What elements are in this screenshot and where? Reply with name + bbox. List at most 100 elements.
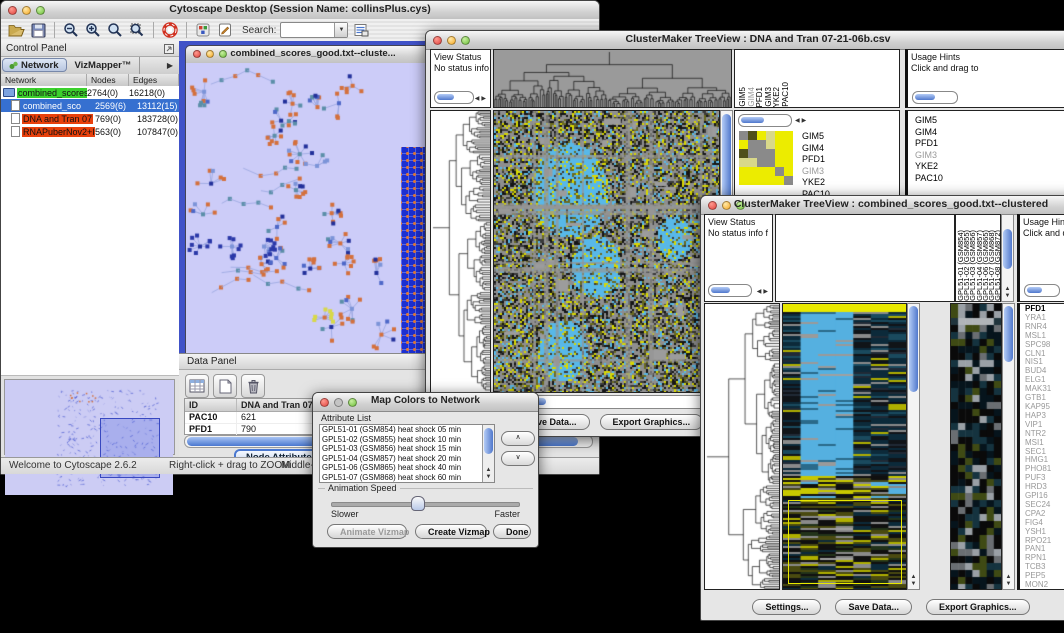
gene-label[interactable]: GIM4 (912, 127, 943, 139)
network-overview-panel[interactable] (4, 379, 175, 455)
chevron-down-icon[interactable]: ▼ (334, 23, 347, 37)
gene-label[interactable]: PAC10 (912, 173, 943, 185)
matrix-cell[interactable] (775, 131, 784, 140)
scroll-arrows-icon[interactable]: ▲▼ (1002, 286, 1013, 300)
matrix-cell[interactable] (775, 140, 784, 149)
tv1-zoom-hscrollbar[interactable] (738, 114, 792, 127)
animate-vizmap-button[interactable]: Animate Vizmap (327, 524, 407, 539)
attribute-browser-icon[interactable] (352, 21, 370, 39)
done-button[interactable]: Done (493, 524, 531, 539)
row-dendrogram-canvas[interactable] (431, 111, 490, 392)
create-vizmap-button[interactable]: Create Vizmap (415, 524, 487, 539)
annotation-icon[interactable] (216, 21, 234, 39)
attribute-item[interactable]: GPL51-02 (GSM855) heat shock 10 min (320, 435, 494, 445)
scroll-arrows-icon[interactable]: ▲▼ (908, 574, 919, 588)
zoom-out-icon[interactable] (62, 21, 80, 39)
scrollbar-thumb[interactable] (1027, 287, 1042, 293)
network-canvas-area[interactable] (186, 63, 440, 360)
new-page-icon[interactable] (213, 374, 237, 398)
scrollbar-thumb[interactable] (1004, 306, 1013, 362)
matrix-cell[interactable] (775, 149, 784, 158)
matrix-cell[interactable] (739, 158, 748, 167)
gene-label[interactable]: GIM4 (799, 143, 830, 155)
column-label[interactable]: PFD1 (756, 87, 764, 107)
tab-vizmapper[interactable]: VizMapper™ (68, 57, 140, 74)
tv2-row-dendrogram[interactable] (704, 303, 780, 590)
gene-label[interactable]: PFD1 (912, 138, 943, 150)
move-down-button[interactable]: ∨ (501, 451, 535, 466)
matrix-cell[interactable] (739, 140, 748, 149)
tv1-status-scrollbar[interactable] (434, 91, 474, 104)
matrix-cell[interactable] (748, 149, 757, 158)
animation-speed-slider[interactable] (331, 502, 520, 507)
matrix-cell[interactable] (766, 176, 775, 185)
scrollbar-thumb[interactable] (909, 306, 918, 392)
help-ring-icon[interactable] (161, 21, 179, 39)
main-titlebar[interactable]: Cytoscape Desktop (Session Name: collins… (1, 1, 599, 20)
row-dendrogram-canvas[interactable] (705, 304, 779, 589)
scrollbar-thumb[interactable] (484, 428, 493, 454)
matrix-cell[interactable] (748, 140, 757, 149)
column-dendrogram-canvas[interactable] (494, 50, 731, 107)
scroll-arrows-icon[interactable]: ▲▼ (1003, 574, 1014, 588)
scrollbar-thumb[interactable] (1003, 229, 1012, 269)
matrix-cell[interactable] (775, 167, 784, 176)
column-header[interactable]: ID (185, 399, 237, 411)
matrix-cell[interactable] (757, 140, 766, 149)
tv2-zoom-submatrix[interactable] (950, 303, 1002, 590)
zoom-selected-icon[interactable] (128, 21, 146, 39)
matrix-cell[interactable] (748, 167, 757, 176)
matrix-cell[interactable] (739, 131, 748, 140)
tv1-column-labels[interactable]: GIM5GIM4PFD1GIM3YKE2PAC10 (734, 49, 900, 108)
gene-label[interactable]: GIM3 (799, 166, 830, 178)
matrix-cell[interactable] (784, 176, 793, 185)
matrix-cell[interactable] (784, 140, 793, 149)
tv2-column-labels[interactable]: GPL51-01 (GSM854)GPL51-02 (GSM855)GPL51-… (955, 214, 1001, 302)
matrix-cell[interactable] (748, 176, 757, 185)
zoom-in-icon[interactable] (84, 21, 102, 39)
scroll-arrows-icon[interactable]: ◀▶ (757, 288, 770, 295)
matrix-cell[interactable] (766, 158, 775, 167)
matrix-cell[interactable] (766, 140, 775, 149)
attribute-item[interactable]: GPL51-04 (GSM857) heat shock 20 min (320, 454, 494, 464)
gene-label[interactable]: YKE2 (799, 177, 830, 189)
gene-label[interactable]: PFD1 (799, 154, 830, 166)
dialog-titlebar[interactable]: Map Colors to Network (313, 393, 538, 412)
matrix-cell[interactable] (748, 131, 757, 140)
tv2-gene-list[interactable]: PFD1YRA1RNR4MSL1SPC98CLN1NIS1BUD4ELG1MAK… (1022, 305, 1051, 590)
matrix-cell[interactable] (757, 149, 766, 158)
zoom-submatrix-canvas[interactable] (951, 304, 1001, 589)
tv2-status-scrollbar[interactable] (708, 284, 752, 297)
tv2-column-dendrogram[interactable] (775, 214, 955, 302)
attribute-listbox[interactable]: GPL51-01 (GSM854) heat shock 05 minGPL51… (319, 424, 495, 483)
heatmap-canvas[interactable] (494, 111, 719, 392)
heatmap-selection-rect[interactable] (788, 500, 902, 584)
table-row[interactable]: combined_scores 2764(0) 16218(0) (1, 86, 179, 99)
scroll-arrows-icon[interactable]: ◀▶ (795, 117, 808, 124)
column-header[interactable]: Edges (129, 74, 179, 86)
tv1-gene-list-right[interactable]: GIM5GIM4PFD1GIM3YKE2PAC10 (912, 115, 943, 184)
matrix-cell[interactable] (775, 176, 784, 185)
open-folder-icon[interactable] (7, 21, 25, 39)
column-label[interactable]: GIM5 (739, 87, 747, 107)
column-header[interactable]: Nodes (87, 74, 129, 86)
treeview-button[interactable]: Save Data... (835, 599, 912, 615)
slider-thumb[interactable] (411, 496, 425, 511)
matrix-cell[interactable] (784, 167, 793, 176)
column-label[interactable]: GIM3 (765, 87, 773, 107)
tv2-labels-vscrollbar[interactable]: ▲▼ (1001, 214, 1014, 302)
float-panel-icon[interactable] (164, 44, 174, 57)
save-icon[interactable] (29, 21, 47, 39)
scrollbar-thumb[interactable] (711, 287, 730, 293)
gene-label[interactable]: GIM3 (912, 150, 943, 162)
tv1-hints-scrollbar[interactable] (912, 91, 958, 104)
treeview-button[interactable]: Settings... (752, 599, 821, 615)
tv1-heatmap[interactable] (493, 110, 720, 393)
column-label[interactable]: GIM4 (748, 87, 756, 107)
table-row[interactable]: combined_sco 2569(6) 13112(15) (1, 99, 179, 112)
scrollbar-thumb[interactable] (741, 117, 764, 123)
scroll-arrows-icon[interactable]: ◀▶ (475, 95, 488, 102)
gene-label[interactable]: GIM5 (912, 115, 943, 127)
gene-label[interactable]: GIM5 (799, 131, 830, 143)
attribute-item[interactable]: GPL51-07 (GSM868) heat shock 60 min (320, 473, 494, 483)
